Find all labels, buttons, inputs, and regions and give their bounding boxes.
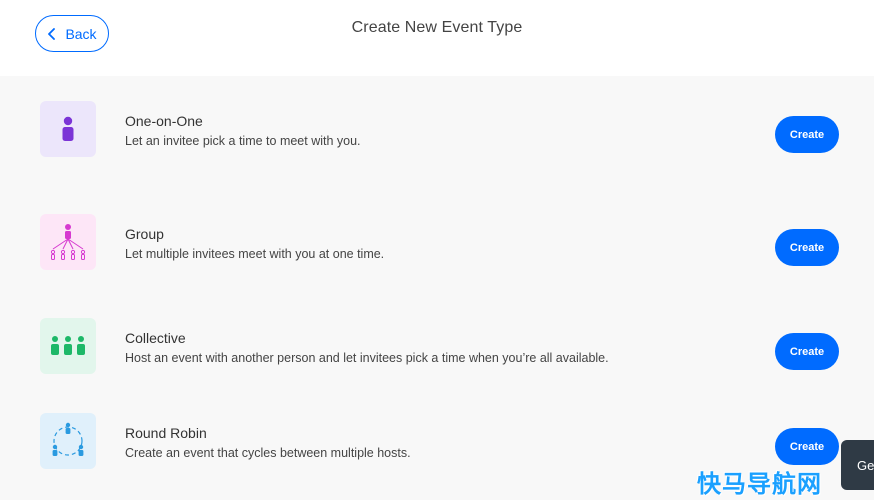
event-type-description: Let an invitee pick a time to meet with … <box>125 134 361 148</box>
event-type-tile <box>40 214 96 270</box>
event-type-one-on-one: One-on-One Let an invitee pick a time to… <box>0 101 874 181</box>
event-type-description: Let multiple invitees meet with you at o… <box>125 247 385 261</box>
help-widget-tab[interactable]: Ge <box>841 440 874 490</box>
single-person-icon <box>62 116 74 141</box>
create-group-button[interactable]: Create <box>775 229 839 266</box>
create-round-robin-button[interactable]: Create <box>775 428 839 465</box>
event-type-collective: Collective Host an event with another pe… <box>0 318 874 398</box>
event-type-description: Create an event that cycles between mult… <box>125 446 411 460</box>
top-header: Back Create New Event Type <box>0 0 874 76</box>
event-type-name: Round Robin <box>125 425 207 441</box>
watermark-text: 快马导航网 <box>697 471 822 498</box>
event-type-group: Group Let multiple invitees meet with yo… <box>0 214 874 294</box>
group-hierarchy-icon <box>50 224 86 260</box>
round-robin-icon <box>52 422 84 456</box>
page-title: Create New Event Type <box>351 19 523 36</box>
three-people-icon <box>51 336 85 355</box>
event-type-name: One-on-One <box>125 113 203 129</box>
event-type-tile <box>40 101 96 157</box>
create-collective-button[interactable]: Create <box>775 333 839 370</box>
event-type-name: Group <box>125 226 164 242</box>
event-type-tile <box>40 413 96 469</box>
event-type-description: Host an event with another person and le… <box>125 351 609 365</box>
event-type-name: Collective <box>125 330 186 346</box>
create-one-on-one-button[interactable]: Create <box>775 116 839 153</box>
event-type-tile <box>40 318 96 374</box>
